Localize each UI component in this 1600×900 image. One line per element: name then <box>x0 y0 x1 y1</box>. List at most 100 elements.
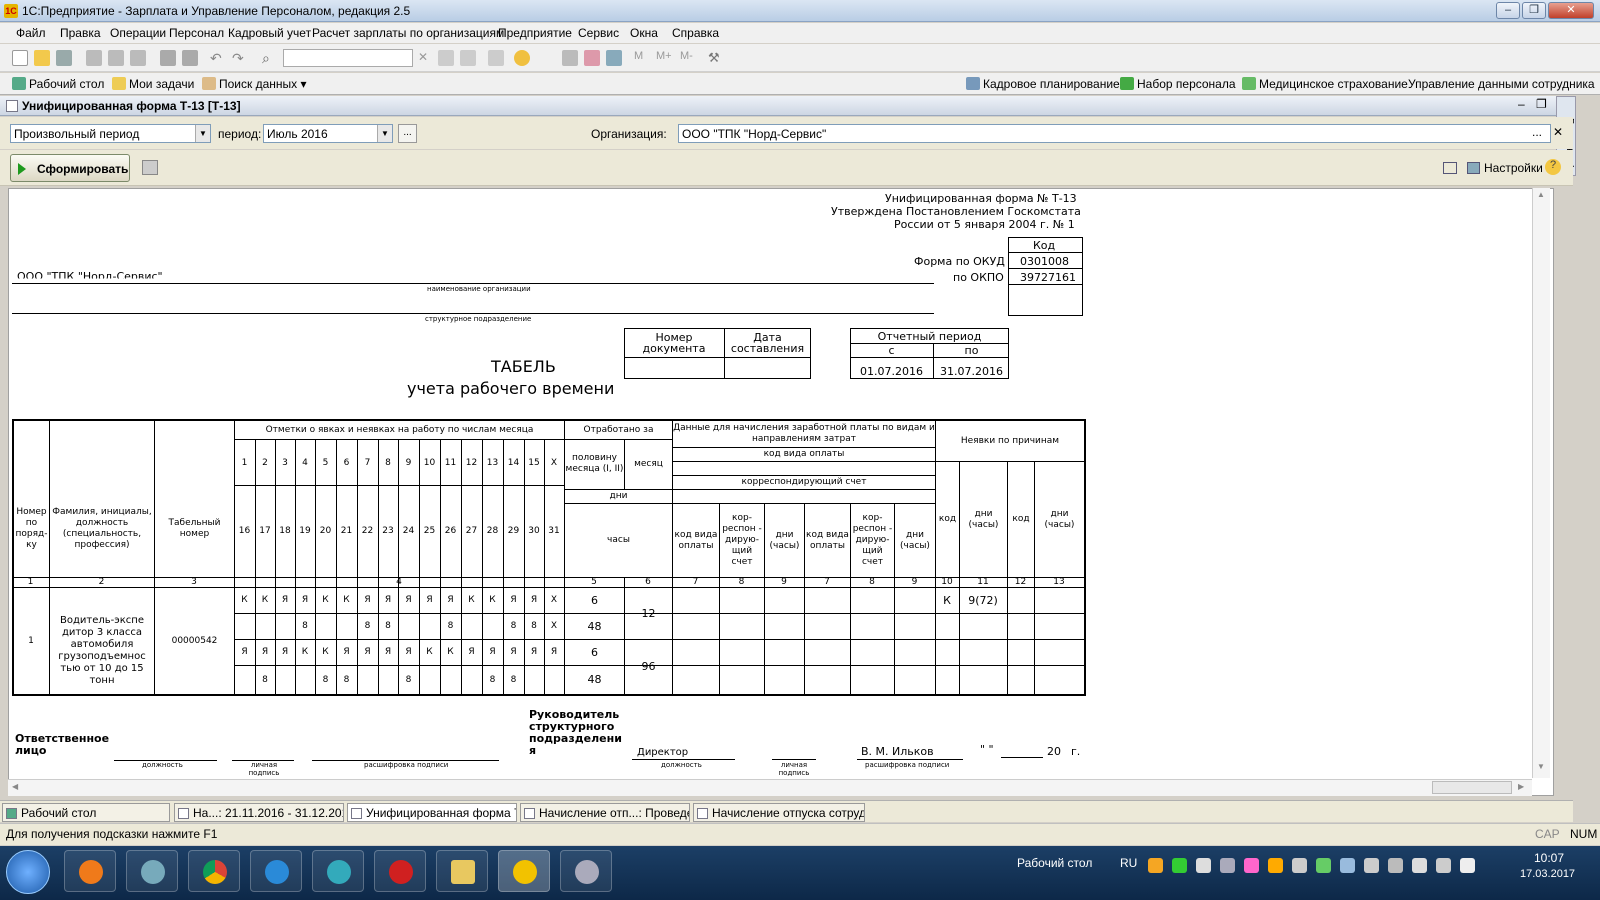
menu-windows[interactable]: Окна <box>630 26 658 40</box>
tray-icon[interactable] <box>1364 858 1379 873</box>
memory-m-icon[interactable]: M <box>634 50 650 66</box>
chevron-down-icon[interactable]: ▼ <box>195 125 210 142</box>
language-indicator[interactable]: RU <box>1120 856 1137 870</box>
my-tasks-button[interactable]: Мои задачи <box>112 77 194 91</box>
tray-icon[interactable] <box>1172 858 1187 873</box>
info-icon[interactable] <box>514 50 530 66</box>
window-tab-t13[interactable]: Унифицированная форма Т... <box>347 803 517 822</box>
open-icon[interactable] <box>34 50 50 66</box>
employee-data-button[interactable]: Управление данными сотрудника <box>1408 77 1595 91</box>
menu-help[interactable]: Справка <box>672 26 719 40</box>
period-type-select[interactable]: Произвольный период ▼ <box>10 124 211 143</box>
menu-service[interactable]: Сервис <box>578 26 619 40</box>
recruitment-button[interactable]: Набор персонала <box>1120 77 1236 91</box>
menu-operations[interactable]: Операции <box>110 26 166 40</box>
memory-minus-icon[interactable]: M- <box>680 50 696 66</box>
form-minimize-button[interactable]: – <box>1518 97 1525 111</box>
organization-field[interactable]: ООО "ТПК "Норд-Сервис" <box>678 124 1551 143</box>
clock-date[interactable]: 17.03.2017 <box>1520 868 1575 880</box>
tray-icon[interactable] <box>1268 858 1283 873</box>
find-icon[interactable]: ⌕ <box>262 50 278 66</box>
clear-search-icon[interactable]: ✕ <box>418 50 434 66</box>
scroll-down-icon[interactable]: ▼ <box>1537 762 1545 771</box>
window-tab-period[interactable]: На...: 21.11.2016 - 31.12.2017 <box>174 803 344 822</box>
tray-icon[interactable] <box>1460 858 1475 873</box>
minimize-button[interactable]: – <box>1496 2 1520 19</box>
clock-time[interactable]: 10:07 <box>1534 851 1564 865</box>
tray-icon[interactable] <box>1220 858 1235 873</box>
form-restore-button[interactable]: ❐ <box>1536 97 1547 111</box>
tray-icon[interactable] <box>1436 858 1451 873</box>
tray-icon[interactable] <box>1340 858 1355 873</box>
code-header: Код <box>1033 239 1056 252</box>
users-icon[interactable] <box>606 50 622 66</box>
taskbar-opera[interactable] <box>374 850 426 892</box>
desktop-toolbar-label[interactable]: Рабочий стол <box>1017 856 1092 870</box>
menu-personnel[interactable]: Персонал <box>169 26 224 40</box>
taskbar-media-player[interactable] <box>64 850 116 892</box>
organization-clear-button[interactable]: ✕ <box>1553 125 1563 139</box>
new-icon[interactable] <box>12 50 28 66</box>
taskbar-1c[interactable] <box>498 850 550 892</box>
vertical-scrollbar[interactable]: ▲ ▼ <box>1532 188 1550 778</box>
calculator-icon[interactable] <box>562 50 578 66</box>
tray-icon[interactable] <box>1412 858 1427 873</box>
preview-icon[interactable] <box>182 50 198 66</box>
memory-plus-icon[interactable]: M+ <box>656 50 672 66</box>
menu-hr[interactable]: Кадровый учет <box>228 26 311 40</box>
copy-icon[interactable] <box>108 50 124 66</box>
desktop-button[interactable]: Рабочий стол <box>12 77 104 91</box>
tray-icon[interactable] <box>1292 858 1307 873</box>
print-icon[interactable] <box>160 50 176 66</box>
settings-button[interactable]: Настройки <box>1484 161 1543 175</box>
paste-icon[interactable] <box>130 50 146 66</box>
window-tab-vacation-employee[interactable]: Начисление отпуска сотруд... <box>693 803 865 822</box>
search-next-icon[interactable] <box>438 50 454 66</box>
taskbar-chrome[interactable] <box>188 850 240 892</box>
calendar-icon[interactable] <box>584 50 600 66</box>
taskbar-paint[interactable] <box>560 850 612 892</box>
redo-icon[interactable]: ↷ <box>232 50 248 66</box>
scroll-thumb[interactable] <box>1432 781 1512 794</box>
save-icon[interactable] <box>56 50 72 66</box>
windows-icon[interactable] <box>488 50 504 66</box>
taskbar-mail[interactable] <box>312 850 364 892</box>
undo-icon[interactable]: ↶ <box>210 50 226 66</box>
cut-icon[interactable] <box>86 50 102 66</box>
tray-icon[interactable] <box>1196 858 1211 873</box>
help-icon[interactable]: ? <box>1545 159 1561 175</box>
window-tab-desktop[interactable]: Рабочий стол <box>2 803 170 822</box>
tray-icon[interactable] <box>1316 858 1331 873</box>
taskbar-explorer[interactable] <box>436 850 488 892</box>
generate-button[interactable]: Сформировать <box>10 154 130 182</box>
organization-choose-button[interactable]: ... <box>1532 125 1542 139</box>
hr-planning-button[interactable]: Кадровое планирование <box>966 77 1120 91</box>
search-prev-icon[interactable] <box>460 50 476 66</box>
report-options-icon[interactable] <box>142 160 158 175</box>
table-view-icon[interactable] <box>1443 162 1457 174</box>
search-data-button[interactable]: Поиск данных ▾ <box>202 77 307 91</box>
window-tab-vacation-posted[interactable]: Начисление отп...: Проведен <box>520 803 690 822</box>
tray-icon[interactable] <box>1244 858 1259 873</box>
period-choose-button[interactable]: ... <box>398 124 417 143</box>
search-input[interactable] <box>283 49 413 67</box>
menu-enterprise[interactable]: Предприятие <box>498 26 572 40</box>
menu-file[interactable]: Файл <box>16 26 46 40</box>
horizontal-scrollbar[interactable]: ◀ ▶ <box>8 779 1532 796</box>
scroll-up-icon[interactable]: ▲ <box>1537 190 1545 199</box>
taskbar-volume[interactable] <box>126 850 178 892</box>
period-select[interactable]: Июль 2016 ▼ <box>263 124 393 143</box>
scroll-right-icon[interactable]: ▶ <box>1518 782 1524 791</box>
scroll-left-icon[interactable]: ◀ <box>12 782 18 791</box>
tray-icon[interactable] <box>1148 858 1163 873</box>
chevron-down-icon[interactable]: ▼ <box>377 125 392 142</box>
close-button[interactable]: ✕ <box>1548 2 1594 19</box>
medical-insurance-button[interactable]: Медицинское страхование <box>1242 77 1408 91</box>
restore-button[interactable]: ❐ <box>1522 2 1546 19</box>
menu-payroll[interactable]: Расчет зарплаты по организациям <box>312 26 504 40</box>
tray-icon[interactable] <box>1388 858 1403 873</box>
taskbar-ie[interactable] <box>250 850 302 892</box>
tools-icon[interactable]: ⚒ <box>708 50 724 66</box>
menu-edit[interactable]: Правка <box>60 26 101 40</box>
start-button[interactable] <box>6 850 50 894</box>
